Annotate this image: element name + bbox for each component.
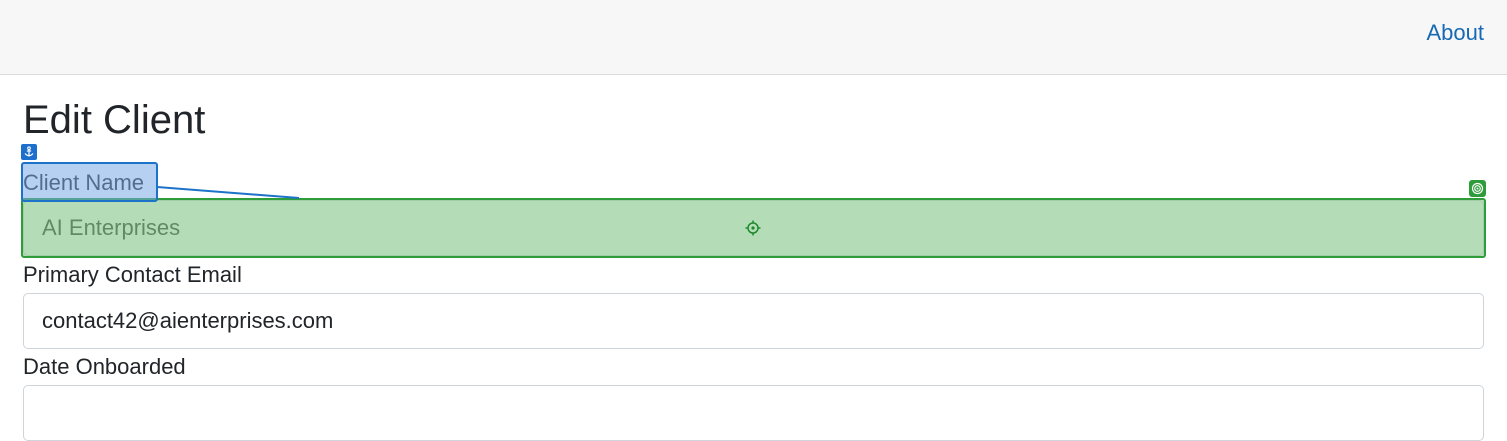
date-onboarded-input[interactable] — [23, 385, 1484, 441]
client-name-label: Client Name — [23, 170, 145, 195]
anchor-icon — [21, 144, 37, 160]
top-navbar: About — [0, 0, 1507, 75]
primary-contact-email-label: Primary Contact Email — [23, 262, 242, 287]
page-title: Edit Client — [23, 98, 206, 142]
primary-contact-email-input[interactable] — [23, 293, 1484, 349]
nav-link-about[interactable]: About — [1427, 20, 1485, 46]
crosshair-icon — [745, 220, 761, 236]
date-onboarded-label: Date Onboarded — [23, 354, 186, 379]
target-icon — [1469, 180, 1486, 197]
